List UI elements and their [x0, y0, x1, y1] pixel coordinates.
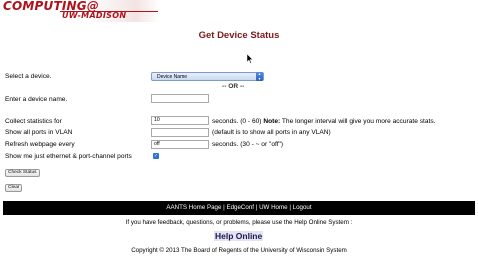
page: COMPUTING@ UW-MADISON Get Device Status …	[0, 0, 478, 269]
refresh-field[interactable]: off	[151, 140, 209, 149]
footer-link-uw-home[interactable]: UW Home	[259, 204, 288, 211]
footer-nav-bar: AANTS Home Page | EdgeConf | UW Home | L…	[3, 201, 475, 215]
computing-uw-madison-logo[interactable]: COMPUTING@ UW-MADISON	[0, 0, 160, 22]
note-bold-label: Note:	[263, 118, 281, 125]
check-status-button[interactable]: Check Status	[5, 169, 40, 177]
logo-line2: UW-MADISON	[62, 11, 127, 20]
collect-stats-field[interactable]: 10	[151, 116, 209, 125]
footer-link-logout[interactable]: Logout	[293, 204, 312, 211]
clear-button[interactable]: Clear	[5, 184, 23, 192]
checkmark-icon: ✓	[153, 153, 159, 159]
refresh-note: seconds. (30 - ~ or "off")	[212, 141, 284, 148]
collect-stats-unit: seconds. (0 - 60)	[212, 118, 262, 125]
device-name-field[interactable]	[151, 94, 209, 103]
feedback-text: If you have feedback, questions, or prob…	[125, 219, 353, 226]
or-separator: -- OR --	[222, 83, 245, 90]
enter-device-label: Enter a device name.	[5, 96, 68, 103]
footer-link-edgeconf[interactable]: EdgeConf	[226, 204, 254, 211]
device-select[interactable]: Device Name ▴ ▾	[151, 71, 264, 81]
chevron-updown-icon: ▴ ▾	[256, 71, 263, 81]
show-ports-label: Show all ports in VLAN	[5, 129, 73, 136]
device-select-value: Device Name	[157, 74, 188, 80]
copyright-text: Copyright © 2013 The Board of Regents of…	[131, 247, 347, 254]
refresh-label: Refresh webpage every	[5, 141, 75, 148]
page-title: Get Device Status	[198, 30, 280, 41]
mouse-cursor-icon	[247, 54, 253, 64]
show-ports-note: (default is to show all ports in any VLA…	[212, 129, 331, 136]
show-ethernet-checkbox[interactable]: ✓	[153, 153, 159, 159]
footer-link-aants-home[interactable]: AANTS Home Page	[166, 204, 221, 211]
collect-stats-note: seconds. (0 - 60) Note: The longer inter…	[212, 118, 435, 125]
collect-stats-label: Collect statistics for	[5, 118, 62, 125]
help-online-link[interactable]: Help Online	[214, 231, 264, 241]
select-device-label: Select a device.	[5, 73, 52, 80]
show-ethernet-label: Show me just ethernet & port-channel por…	[5, 153, 132, 160]
collect-stats-note-text: The longer interval will give you more a…	[281, 118, 436, 125]
vlan-field[interactable]	[151, 128, 209, 137]
